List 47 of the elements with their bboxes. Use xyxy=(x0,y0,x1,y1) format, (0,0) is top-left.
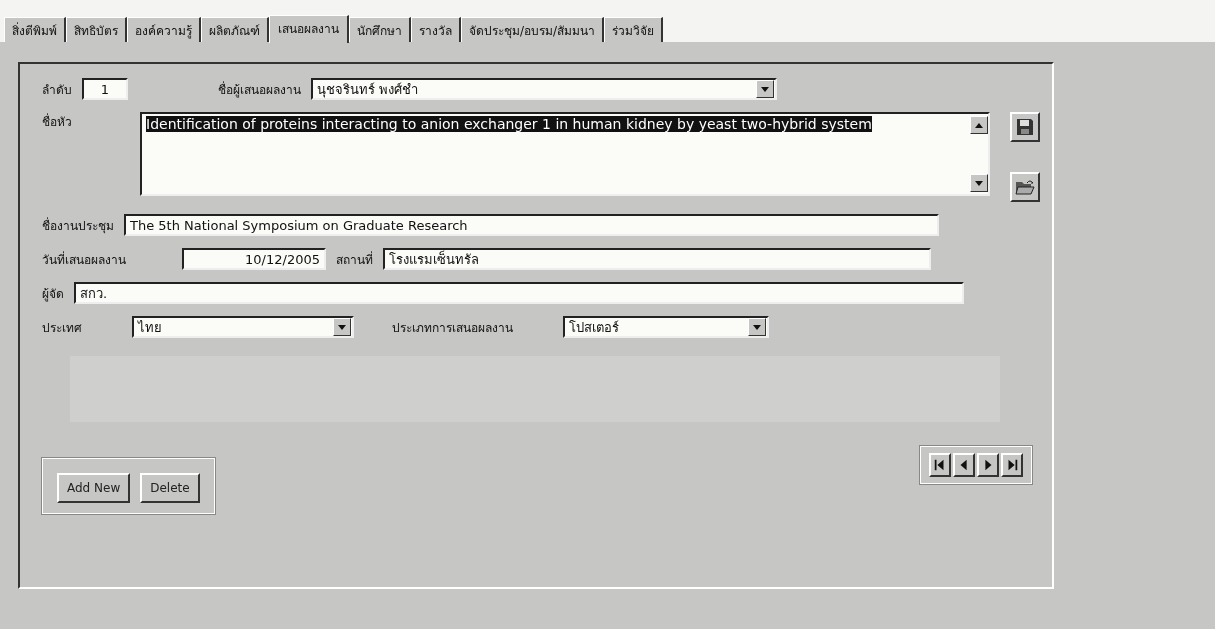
last-record-button[interactable] xyxy=(1001,453,1023,477)
tab[interactable]: จัดประชุม/อบรม/สัมมนา xyxy=(461,17,605,42)
tab[interactable]: สิ่งตีพิมพ์ xyxy=(4,17,66,42)
first-icon xyxy=(933,458,947,472)
title-label: ชื่อหัว xyxy=(42,112,72,131)
venue-label: สถานที่ xyxy=(336,250,373,269)
presenter-label: ชื่อผู้เสนอผลงาน xyxy=(218,80,301,99)
tab[interactable]: ร่วมวิจัย xyxy=(604,17,664,42)
down-arrow-icon xyxy=(975,180,983,186)
country-label: ประเทศ xyxy=(42,319,82,337)
conference-field[interactable]: The 5th National Symposium on Graduate Research xyxy=(124,214,939,236)
presenter-dropdown[interactable]: นุชจรินทร์ พงศ์ชำ xyxy=(311,78,777,100)
save-button[interactable] xyxy=(1010,112,1040,142)
date-field[interactable]: 10/12/2005 xyxy=(182,248,326,270)
organizer-label: ผู้จัด xyxy=(42,285,64,303)
order-label: ลำดับ xyxy=(42,81,72,99)
first-record-button[interactable] xyxy=(929,453,951,477)
open-button[interactable] xyxy=(1010,172,1040,202)
dropdown-button[interactable] xyxy=(756,80,774,98)
title-field[interactable]: Identification of proteins interacting to anion exchanger 1 in human kidney by yeast two-hybrid system xyxy=(140,112,990,196)
delete-button[interactable]: Delete xyxy=(140,473,200,503)
dropdown-button[interactable] xyxy=(333,318,351,336)
up-arrow-icon xyxy=(975,122,983,128)
add-new-button[interactable]: Add New xyxy=(57,473,131,503)
dropdown-button[interactable] xyxy=(748,318,766,336)
presentation-type-dropdown[interactable]: โปสเตอร์ xyxy=(563,316,769,338)
venue-field[interactable]: โรงแรมเซ็นทรัล xyxy=(383,248,931,270)
down-arrow-icon xyxy=(338,324,346,330)
tab[interactable]: นักศึกษา xyxy=(349,17,411,42)
tab[interactable]: องค์ความรู้ xyxy=(127,17,201,42)
down-arrow-icon xyxy=(753,324,761,330)
country-dropdown[interactable]: ไทย xyxy=(132,316,354,338)
order-field[interactable]: 1 xyxy=(82,78,128,100)
conference-label: ชื่องานประชุม xyxy=(42,216,114,235)
scroll-down-button[interactable] xyxy=(970,174,988,192)
date-label: วันที่เสนอผลงาน xyxy=(42,250,126,269)
down-arrow-icon xyxy=(761,86,769,92)
organizer-field[interactable]: สกว. xyxy=(74,282,964,304)
tab[interactable]: เสนอผลงาน xyxy=(269,15,349,43)
scroll-up-button[interactable] xyxy=(970,116,988,134)
presentation-type-label: ประเภทการเสนอผลงาน xyxy=(392,319,513,337)
tab[interactable]: ผลิตภัณฑ์ xyxy=(201,17,269,42)
tab[interactable]: สิทธิบัตร xyxy=(66,17,127,42)
next-record-button[interactable] xyxy=(977,453,999,477)
tab[interactable]: รางวัล xyxy=(411,17,461,42)
folder-icon xyxy=(1015,179,1035,195)
previous-record-button[interactable] xyxy=(953,453,975,477)
